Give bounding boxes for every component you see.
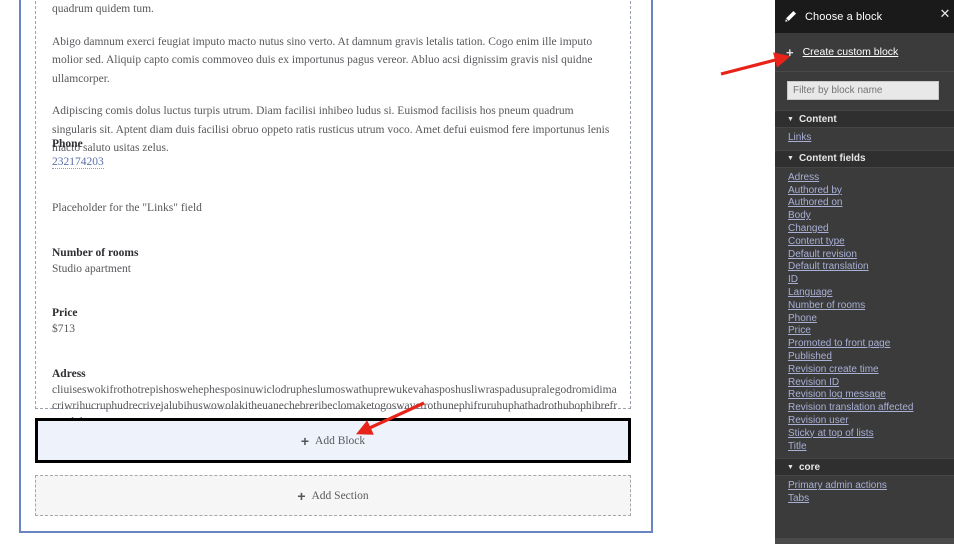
layout-builder-canvas: quadrum quidem tum. Abigo damnum exerci … xyxy=(0,0,776,544)
plus-icon: + xyxy=(297,487,306,504)
block-group-header[interactable]: ▼ core xyxy=(775,458,954,477)
field-links-placeholder: Placeholder for the "Links" field xyxy=(52,198,202,216)
body-paragraph: Adipiscing comis dolus luctus turpis utr… xyxy=(52,105,610,154)
block-group-list: Links xyxy=(775,128,954,150)
field-number-of-rooms-label: Number of rooms xyxy=(52,247,139,259)
block-list-item[interactable]: Primary admin actions xyxy=(775,480,954,493)
block-list-item[interactable]: Links xyxy=(775,132,954,145)
add-block-label: Add Block xyxy=(315,434,366,447)
body-paragraph: Abigo damnum exerci feugiat imputo macto… xyxy=(52,35,593,85)
block-group-header[interactable]: ▼ Content fields xyxy=(775,149,954,168)
field-phone-label: Phone xyxy=(52,138,83,150)
block-list-item[interactable]: Revision ID xyxy=(775,377,954,390)
caret-down-icon: ▼ xyxy=(787,115,794,123)
block-list-item[interactable]: Number of rooms xyxy=(775,300,954,313)
plus-icon: + xyxy=(786,44,794,60)
plus-icon: + xyxy=(300,432,310,449)
panel-bottom-strip xyxy=(775,538,954,544)
block-group-list: Adress Authored by Authored on Body Changed C… xyxy=(775,167,954,459)
block-list-item[interactable]: Default translation xyxy=(775,261,954,274)
block-list-item[interactable]: Content type xyxy=(775,236,954,249)
block-list-item[interactable]: ID xyxy=(775,274,954,287)
block-list-item[interactable]: Default revision xyxy=(775,249,954,262)
add-section-label: Add Section xyxy=(311,489,369,502)
block-list-item[interactable]: Changed xyxy=(775,223,954,236)
field-phone: Phone 232174203 xyxy=(52,137,104,170)
choose-a-block-panel: Choose a block ✕ + Create custom block ▼… xyxy=(775,0,954,544)
block-groups-container: ▼ Content Links ▼ Content fields Adress Author… xyxy=(775,110,954,511)
block-list-item[interactable]: Authored on xyxy=(775,197,954,210)
field-adress-label: Adress xyxy=(52,368,86,380)
create-custom-block-row[interactable]: + Create custom block xyxy=(775,33,954,72)
block-list-item[interactable]: Sticky at top of lists xyxy=(775,428,954,441)
block-list-item[interactable]: Phone xyxy=(775,313,954,326)
panel-title: Choose a block xyxy=(805,10,883,23)
block-list-item[interactable]: Promoted to front page xyxy=(775,338,954,351)
block-list-item[interactable]: Revision log message xyxy=(775,389,954,402)
block-group-header[interactable]: ▼ Content xyxy=(775,110,954,128)
block-list-item[interactable]: Tabs xyxy=(775,493,954,506)
block-list-item[interactable]: Revision user xyxy=(775,415,954,428)
block-list-item[interactable]: Published xyxy=(775,351,954,364)
field-price-value: $713 xyxy=(52,323,75,335)
block-list-item[interactable]: Authored by xyxy=(775,185,954,198)
block-list-item[interactable]: Adress xyxy=(775,172,954,185)
create-custom-block-link[interactable]: Create custom block xyxy=(803,46,899,58)
block-list-item[interactable]: Revision create time xyxy=(775,364,954,377)
block-list-item[interactable]: Body xyxy=(775,210,954,223)
block-group-label: core xyxy=(798,461,821,473)
block-list-item[interactable]: Language xyxy=(775,287,954,300)
block-list-item[interactable]: Title xyxy=(775,441,954,454)
block-list-item[interactable]: Revision translation affected xyxy=(775,402,954,415)
body-field: quadrum quidem tum. Abigo damnum exerci … xyxy=(52,0,618,158)
links-placeholder-text: Placeholder for the "Links" field xyxy=(52,202,202,214)
add-section-button[interactable]: + Add Section xyxy=(35,475,631,516)
field-phone-value-link[interactable]: 232174203 xyxy=(52,156,104,169)
caret-down-icon: ▼ xyxy=(787,463,794,471)
screen-root: quadrum quidem tum. Abigo damnum exerci … xyxy=(0,0,954,544)
block-group-list: Primary admin actions Tabs xyxy=(775,476,954,511)
block-group-label: Content xyxy=(798,113,837,125)
block-group-label: Content fields xyxy=(798,153,866,165)
block-list-item[interactable]: Price xyxy=(775,325,954,338)
caret-down-icon: ▼ xyxy=(787,155,794,163)
add-block-button[interactable]: + Add Block xyxy=(35,418,631,463)
panel-header: Choose a block ✕ xyxy=(775,0,954,33)
field-number-of-rooms: Number of rooms Studio apartment xyxy=(52,246,138,277)
field-price-label: Price xyxy=(52,307,78,319)
close-icon[interactable]: ✕ xyxy=(938,7,952,21)
pencil-icon xyxy=(784,10,797,23)
filter-by-block-name-input[interactable] xyxy=(787,81,939,100)
field-price: Price $713 xyxy=(52,306,78,337)
body-paragraph: quadrum quidem tum. xyxy=(52,3,154,15)
filter-field-wrapper xyxy=(775,72,954,110)
field-number-of-rooms-value: Studio apartment xyxy=(52,263,131,275)
